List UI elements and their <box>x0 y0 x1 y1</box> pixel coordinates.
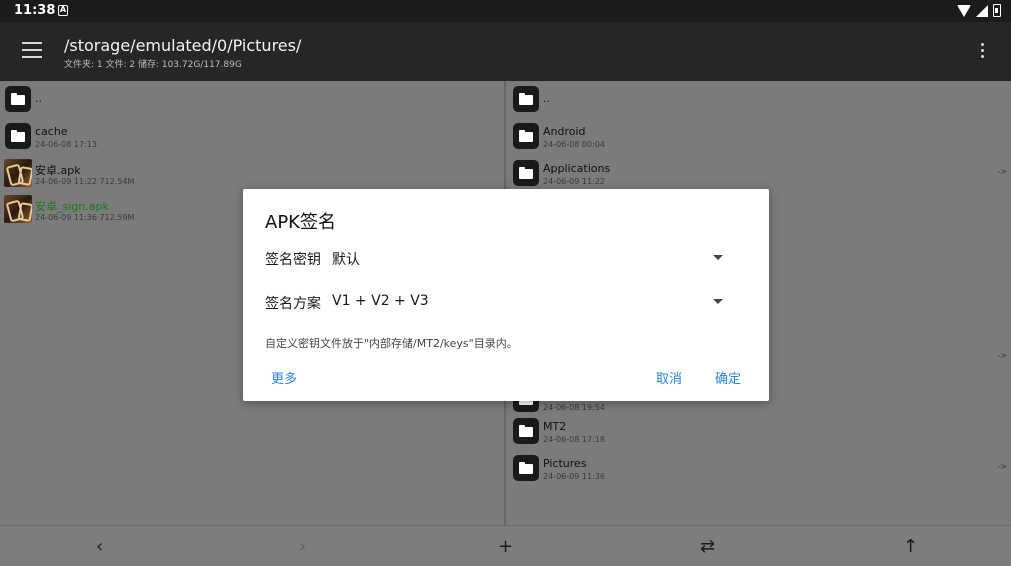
add-icon[interactable]: + <box>498 536 513 557</box>
go-up-icon[interactable]: ↑ <box>903 536 918 557</box>
file-meta: 24-06-08 19:54 <box>543 403 605 412</box>
file-meta: 24-06-09 11:22 <box>543 177 605 186</box>
file-name: cache <box>35 125 68 138</box>
back-icon[interactable]: ‹ <box>96 536 103 557</box>
status-bar: 11:38 A <box>0 0 1011 22</box>
list-item[interactable]: Pictures 24-06-09 11:36 -> <box>508 450 1011 486</box>
confirm-button[interactable]: 确定 <box>715 368 741 387</box>
storage-info: 文件夹: 1 文件: 2 储存: 103.72G/117.89G <box>64 60 242 70</box>
sign-scheme-value: V1 + V2 + V3 <box>332 293 429 309</box>
file-meta: 24-06-09 11:36 712.59M <box>35 213 135 222</box>
folder-icon <box>5 123 31 149</box>
list-item[interactable]: .. <box>508 81 1011 117</box>
forward-icon[interactable]: › <box>299 536 306 557</box>
dropdown-arrow-icon <box>713 299 723 304</box>
folder-icon <box>513 160 539 186</box>
file-name: MT2 <box>543 420 567 433</box>
folder-icon <box>513 418 539 444</box>
file-meta: 24-06-08 17:18 <box>543 435 605 444</box>
file-meta: 24-06-09 11:36 <box>543 472 605 481</box>
keys-location-hint: 自定义密钥文件放于"内部存储/MT2/keys"目录内。 <box>265 337 518 350</box>
bottom-toolbar: ‹ › + ⇄ ↑ <box>0 525 1011 566</box>
file-name: Applications <box>543 162 611 175</box>
sign-key-value: 默认 <box>332 252 360 268</box>
file-meta: 24-06-09 11:22 712.54M <box>35 177 135 186</box>
list-item[interactable]: Applications 24-06-09 11:22 -> <box>508 155 1011 191</box>
list-item[interactable]: .. <box>0 81 504 117</box>
folder-icon <box>5 86 31 112</box>
sign-key-label: 签名密钥 <box>265 252 321 268</box>
file-meta: 24-06-08 17:13 <box>35 140 97 149</box>
sign-scheme-label: 签名方案 <box>265 296 321 312</box>
system-icons <box>957 4 1001 17</box>
list-item[interactable]: MT2 24-06-08 17:18 <box>508 413 1011 449</box>
sign-key-select[interactable]: 签名密钥 默认 <box>265 249 735 271</box>
link-tag: -> <box>997 167 1007 176</box>
signal-icon <box>976 4 988 17</box>
battery-icon <box>993 4 1001 17</box>
cancel-button[interactable]: 取消 <box>656 368 682 387</box>
file-meta: 24-06-08 00:04 <box>543 140 605 149</box>
dialog-title: APK签名 <box>265 212 336 233</box>
sign-scheme-select[interactable]: 签名方案 V1 + V2 + V3 <box>265 293 735 315</box>
list-item[interactable]: cache 24-06-08 17:13 <box>0 118 504 154</box>
apk-icon <box>4 195 32 223</box>
more-options-icon[interactable] <box>981 43 985 61</box>
more-button[interactable]: 更多 <box>271 368 297 387</box>
folder-icon <box>513 455 539 481</box>
file-name: 安卓.apk <box>35 164 81 177</box>
link-tag: -> <box>997 462 1007 471</box>
list-item[interactable]: 安卓.apk 24-06-09 11:22 712.54M <box>0 155 504 191</box>
app-toolbar: /storage/emulated/0/Pictures/ 文件夹: 1 文件:… <box>0 22 1011 81</box>
app-notification-icon: A <box>58 5 68 16</box>
folder-icon <box>513 86 539 112</box>
file-name: Android <box>543 125 586 138</box>
file-name: 安卓_sign.apk <box>35 200 109 213</box>
current-path[interactable]: /storage/emulated/0/Pictures/ <box>64 36 301 55</box>
swap-panes-icon[interactable]: ⇄ <box>700 536 715 557</box>
link-tag: -> <box>997 351 1007 360</box>
file-name: .. <box>35 92 42 105</box>
clock: 11:38 <box>14 3 56 18</box>
apk-icon <box>4 159 32 187</box>
wifi-icon <box>957 4 971 17</box>
list-item[interactable]: Android 24-06-08 00:04 <box>508 118 1011 154</box>
file-name: .. <box>543 92 550 105</box>
file-name: Pictures <box>543 457 587 470</box>
dropdown-arrow-icon <box>713 255 723 260</box>
menu-icon[interactable] <box>22 42 42 58</box>
apk-sign-dialog: APK签名 签名密钥 默认 签名方案 V1 + V2 + V3 自定义密钥文件放… <box>243 189 769 401</box>
folder-icon <box>513 123 539 149</box>
